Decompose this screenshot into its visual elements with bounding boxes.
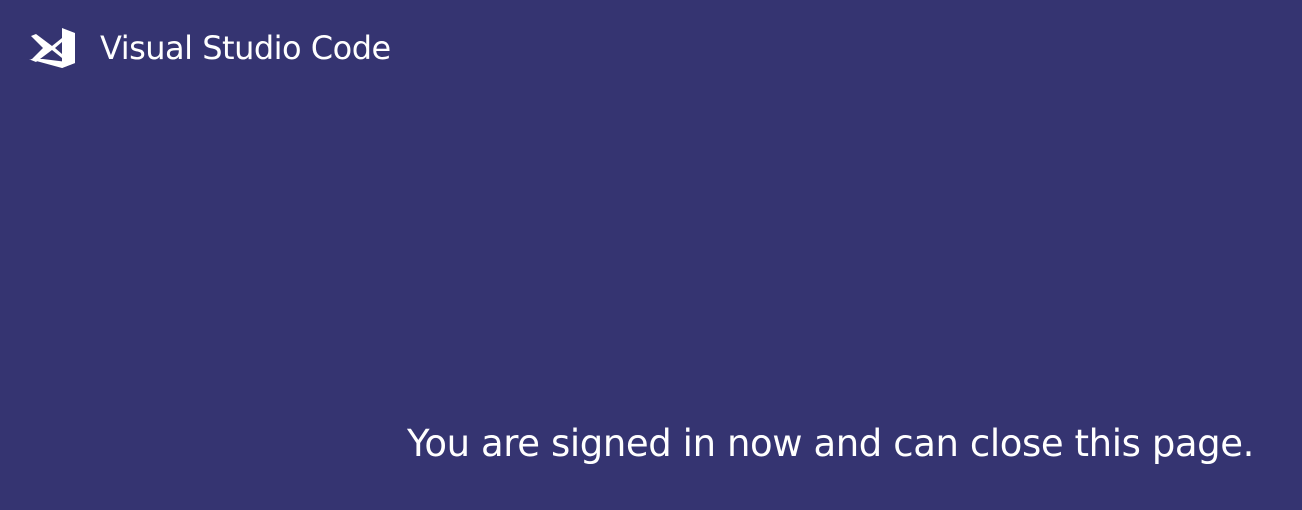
app-title: Visual Studio Code (100, 29, 391, 67)
vscode-logo-icon (28, 26, 76, 70)
signin-message: You are signed in now and can close this… (407, 422, 1254, 465)
header: Visual Studio Code (28, 26, 391, 70)
signin-success-page: { "header": { "logo_icon": "vscode-logo-… (0, 0, 1302, 510)
